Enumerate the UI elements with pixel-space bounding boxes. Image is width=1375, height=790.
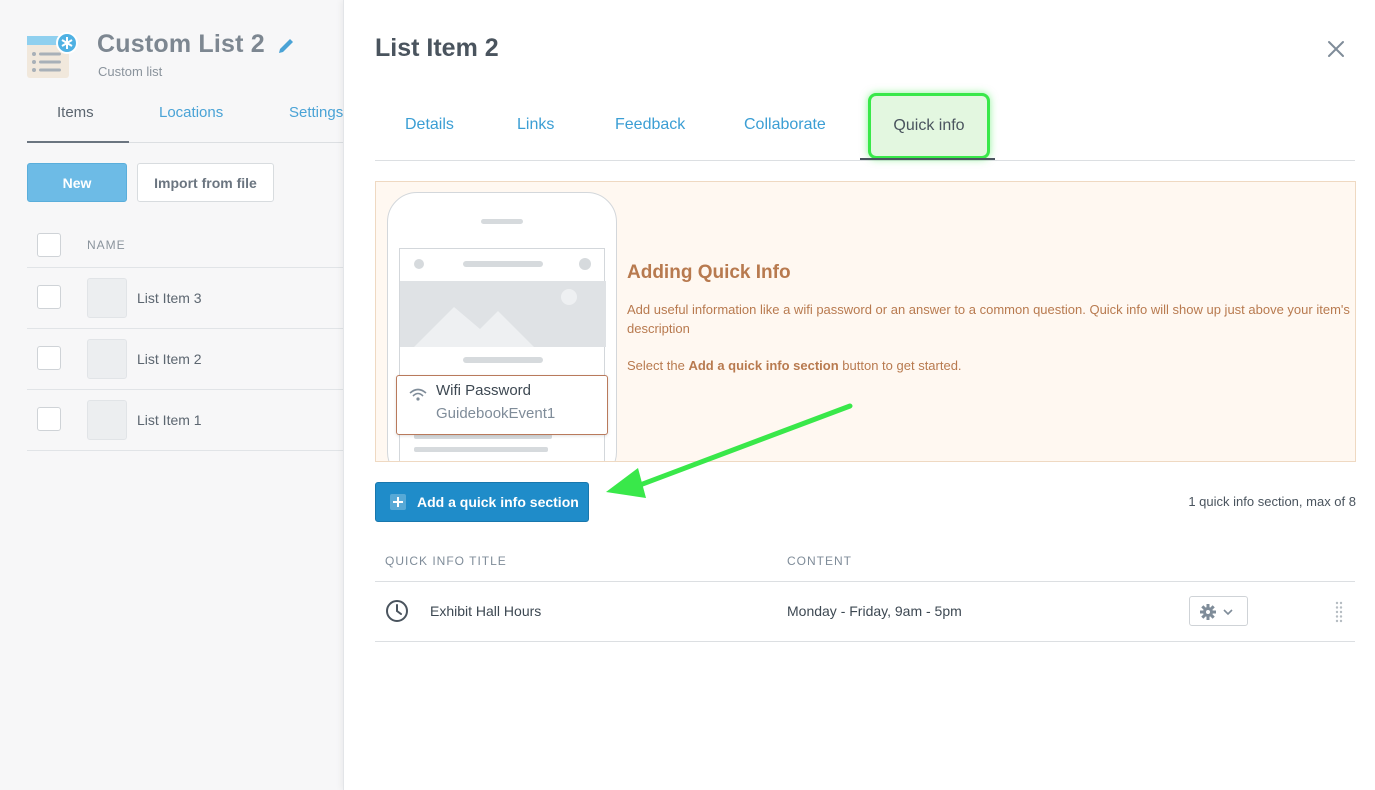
list-item[interactable]: List Item 1 (27, 389, 343, 450)
list-divider (27, 450, 343, 451)
tab-quick-info-label: Quick info (893, 117, 965, 134)
list-panel: Custom List 2 Custom list Items Location… (0, 0, 343, 790)
modal-title: List Item 2 (375, 34, 499, 62)
quick-info-table-header: QUICK INFO TITLE CONTENT (375, 550, 1355, 582)
tab-locations[interactable]: Locations (159, 104, 223, 121)
info-heading: Adding Quick Info (627, 262, 791, 283)
list-subtitle: Custom list (98, 64, 163, 79)
row-checkbox[interactable] (37, 346, 61, 370)
plus-icon (390, 494, 406, 510)
item-modal: List Item 2 Details Links Feedback Colla… (343, 0, 1375, 790)
close-icon[interactable] (1324, 37, 1348, 61)
add-quick-info-label: Add a quick info section (417, 494, 579, 510)
row-content: Monday - Friday, 9am - 5pm (787, 603, 962, 619)
info-description: Add useful information like a wifi passw… (627, 302, 1350, 336)
table-row[interactable]: Exhibit Hall Hours Monday - Friday, 9am … (375, 582, 1355, 642)
pencil-icon[interactable] (276, 36, 296, 56)
row-actions-dropdown[interactable] (1189, 596, 1248, 626)
chevron-down-icon (1223, 609, 1233, 616)
list-item[interactable]: List Item 2 (27, 328, 343, 389)
list-tabs: Items Locations Settings (27, 96, 343, 143)
item-label: List Item 3 (137, 290, 202, 306)
tab-links[interactable]: Links (517, 116, 554, 134)
instruction-bold: Add a quick info section (688, 358, 839, 373)
col-content: CONTENT (787, 554, 852, 568)
item-thumbnail (87, 339, 127, 379)
list-item[interactable]: List Item 3 (27, 267, 343, 328)
row-checkbox[interactable] (37, 285, 61, 309)
item-label: List Item 2 (137, 351, 202, 367)
instruction-prefix: Select the (627, 358, 689, 373)
quick-info-help-box: Wifi Password GuidebookEvent1 Adding Qui… (375, 181, 1356, 462)
gear-icon (1200, 604, 1216, 620)
tab-collaborate[interactable]: Collaborate (744, 116, 826, 134)
info-instruction: Select the Add a quick info section butt… (627, 358, 962, 373)
quick-info-preview-card: Wifi Password GuidebookEvent1 (396, 375, 608, 435)
tab-feedback[interactable]: Feedback (615, 116, 685, 134)
wifi-icon (409, 388, 427, 401)
preview-title: Wifi Password (436, 382, 532, 399)
item-label: List Item 1 (137, 412, 202, 428)
tab-quick-info[interactable]: Quick info (868, 93, 990, 159)
row-checkbox[interactable] (37, 407, 61, 431)
row-title: Exhibit Hall Hours (430, 603, 542, 619)
item-thumbnail (87, 400, 127, 440)
add-quick-info-button[interactable]: Add a quick info section (375, 482, 589, 522)
instruction-suffix: button to get started. (838, 358, 962, 373)
name-column-header: NAME (87, 238, 126, 252)
list-title: Custom List 2 (97, 30, 265, 58)
clock-icon (386, 600, 408, 622)
tab-items[interactable]: Items (57, 104, 94, 121)
custom-list-icon (27, 32, 78, 78)
tab-settings[interactable]: Settings (289, 104, 343, 121)
preview-value: GuidebookEvent1 (436, 405, 556, 422)
tab-details[interactable]: Details (405, 116, 454, 134)
col-quick-info-title: QUICK INFO TITLE (385, 554, 507, 568)
active-tab-indicator (860, 158, 995, 160)
drag-handle-icon[interactable] (1335, 601, 1343, 623)
import-button[interactable]: Import from file (137, 163, 274, 202)
select-all-checkbox[interactable] (37, 233, 61, 257)
item-thumbnail (87, 278, 127, 318)
new-button[interactable]: New (27, 163, 127, 202)
active-tab-indicator (27, 141, 129, 143)
phone-speaker (481, 219, 523, 224)
modal-tabs: Details Links Feedback Collaborate Quick… (375, 90, 1355, 161)
quick-info-count: 1 quick info section, max of 8 (1188, 494, 1356, 509)
